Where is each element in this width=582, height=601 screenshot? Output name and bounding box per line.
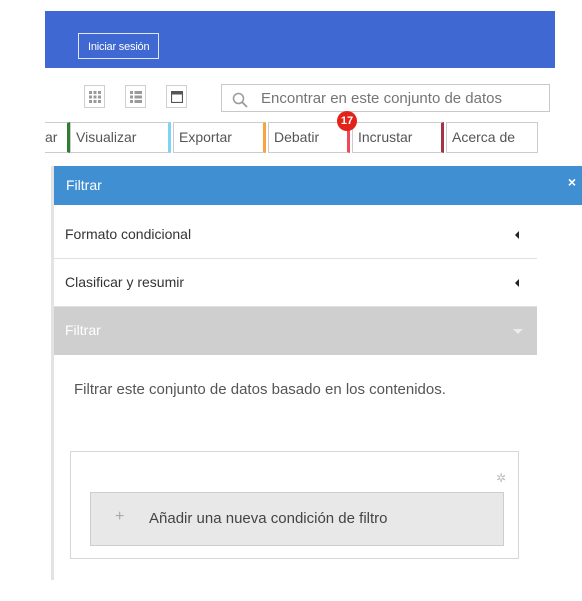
add-filter-condition-label: Añadir una nueva condición de filtro bbox=[149, 510, 388, 527]
tab-exportar[interactable]: Exportar bbox=[173, 122, 266, 153]
section-label: Formato condicional bbox=[65, 226, 192, 242]
caret-down-icon bbox=[513, 329, 523, 334]
section-filter[interactable]: Filtrar bbox=[54, 307, 537, 355]
add-filter-condition-button[interactable]: + Añadir una nueva condición de filtro bbox=[90, 492, 504, 546]
section-conditional-format[interactable]: Formato condicional bbox=[54, 211, 537, 259]
caret-left-icon bbox=[515, 279, 519, 287]
table-view-icon[interactable] bbox=[166, 85, 187, 108]
login-button[interactable]: Iniciar sesión bbox=[78, 33, 160, 59]
search-icon bbox=[232, 92, 248, 108]
tab-acerca-de[interactable]: Acerca de bbox=[446, 122, 538, 153]
section-label: Clasificar y resumir bbox=[65, 274, 185, 290]
filter-description: Filtrar este conjunto de datos basado en… bbox=[74, 381, 446, 398]
tab-partial[interactable]: ar bbox=[45, 122, 70, 153]
tab-incrustar[interactable]: Incrustar bbox=[352, 122, 444, 153]
discuss-count-badge: 17 bbox=[337, 111, 357, 131]
tab-debatir[interactable]: Debatir bbox=[268, 122, 350, 153]
caret-left-icon bbox=[515, 231, 519, 239]
tab-visualizar[interactable]: Visualizar bbox=[70, 122, 171, 153]
plus-icon: + bbox=[115, 508, 125, 525]
gear-icon[interactable]: ✲ bbox=[496, 471, 506, 485]
close-icon[interactable]: × bbox=[568, 174, 576, 190]
search-input[interactable] bbox=[261, 85, 549, 111]
filter-conditions-box: ✲ + Añadir una nueva condición de filtro bbox=[70, 451, 519, 559]
section-sort-summarize[interactable]: Clasificar y resumir bbox=[54, 259, 537, 307]
top-bar: Iniciar sesión bbox=[45, 11, 555, 68]
section-label: Filtrar bbox=[65, 322, 101, 338]
panel-title: Filtrar bbox=[66, 177, 102, 193]
grid-view-icon[interactable] bbox=[84, 85, 105, 108]
list-view-icon[interactable] bbox=[125, 85, 146, 108]
search-box[interactable] bbox=[221, 84, 550, 112]
panel-header: Filtrar × bbox=[54, 166, 582, 205]
filter-section-body: Filtrar este conjunto de datos basado en… bbox=[54, 355, 537, 580]
